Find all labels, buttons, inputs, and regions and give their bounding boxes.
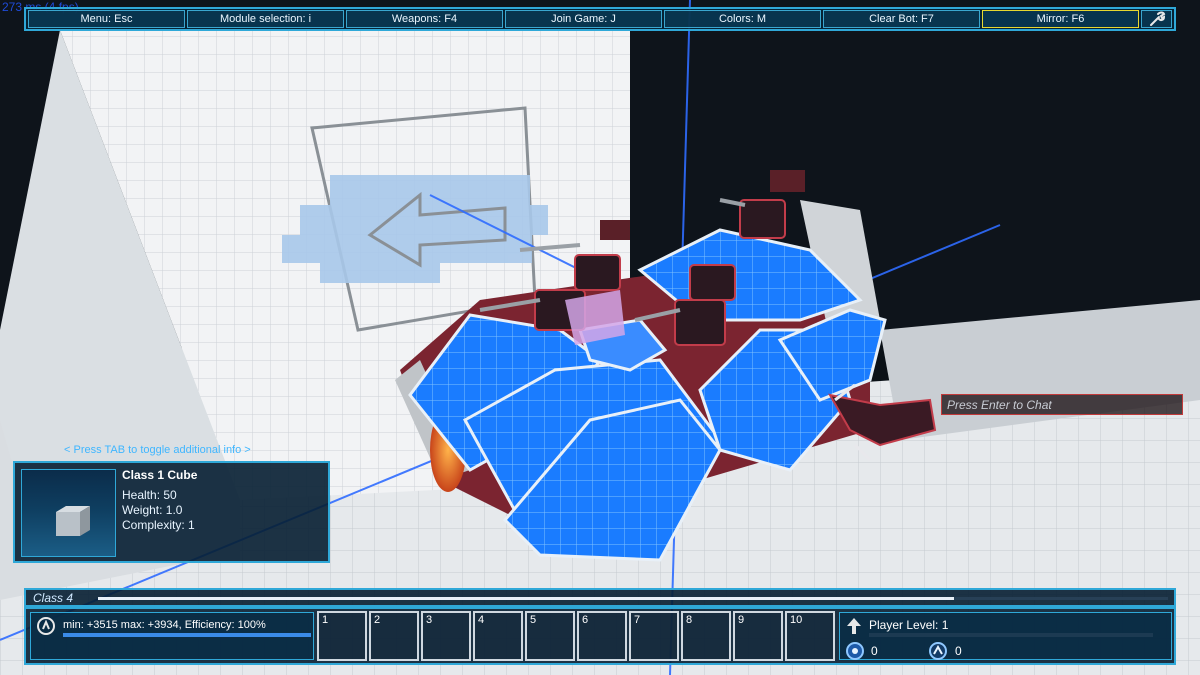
block-weight: Weight: 1.0 [122, 503, 183, 517]
colors-button[interactable]: Colors: M [664, 10, 821, 28]
clear-bot-button[interactable]: Clear Bot: F7 [823, 10, 980, 28]
level-track [869, 633, 1153, 637]
hotbar: 1 2 3 4 5 6 7 8 9 10 [317, 611, 837, 663]
cpu-track [63, 633, 311, 637]
hotbar-slot-1[interactable]: 1 [317, 611, 367, 661]
class-label: Class 4 [33, 591, 74, 605]
player-level: Player Level: 1 [869, 618, 949, 632]
robits-count: 0 [871, 644, 878, 658]
slot-number: 7 [634, 614, 641, 626]
tech-points-count: 0 [955, 644, 962, 658]
class-progress-bar: Class 4 [24, 588, 1176, 607]
tech-points-icon [929, 642, 947, 660]
cpu-readout: min: +3515 max: +3934, Efficiency: 100% [63, 619, 266, 631]
chat-input[interactable]: Press Enter to Chat [941, 394, 1183, 415]
cpu-panel: min: +3515 max: +3934, Efficiency: 100% [30, 612, 314, 660]
player-panel: Player Level: 1 0 0 [839, 612, 1172, 660]
top-toolbar: Menu: Esc Module selection: i Weapons: F… [24, 7, 1176, 31]
mirror-button[interactable]: Mirror: F6 [982, 10, 1139, 28]
hotbar-slot-6[interactable]: 6 [577, 611, 627, 661]
block-title: Class 1 Cube [122, 468, 198, 482]
block-health: Health: 50 [122, 488, 177, 502]
slot-number: 9 [738, 614, 745, 626]
join-game-button[interactable]: Join Game: J [505, 10, 662, 28]
block-info-panel: Class 1 Cube Health: 50 Weight: 1.0 Comp… [13, 461, 330, 563]
class-fill [98, 597, 954, 600]
hotbar-slot-5[interactable]: 5 [525, 611, 575, 661]
hotbar-slot-8[interactable]: 8 [681, 611, 731, 661]
slot-number: 6 [582, 614, 589, 626]
robits-icon [846, 642, 864, 660]
tool-button[interactable] [1141, 10, 1172, 28]
cpu-fill [63, 633, 311, 637]
hotbar-slot-9[interactable]: 9 [733, 611, 783, 661]
toggle-info-hint: < Press TAB to toggle additional info > [64, 444, 251, 456]
hotbar-slot-2[interactable]: 2 [369, 611, 419, 661]
class-track [98, 597, 1168, 600]
slot-number: 2 [374, 614, 381, 626]
slot-number: 5 [530, 614, 537, 626]
slot-number: 10 [790, 614, 803, 626]
block-preview-image [21, 469, 116, 557]
slot-number: 4 [478, 614, 485, 626]
wrench-icon [1149, 11, 1165, 26]
level-up-arrow-icon [847, 618, 861, 634]
weapons-button[interactable]: Weapons: F4 [346, 10, 503, 28]
hotbar-slot-10[interactable]: 10 [785, 611, 835, 661]
slot-number: 1 [322, 614, 329, 626]
slot-number: 8 [686, 614, 693, 626]
hotbar-slot-4[interactable]: 4 [473, 611, 523, 661]
cpu-icon [37, 617, 55, 635]
module-selection-button[interactable]: Module selection: i [187, 10, 344, 28]
menu-button[interactable]: Menu: Esc [28, 10, 185, 28]
slot-number: 3 [426, 614, 433, 626]
game-viewport [0, 0, 1200, 675]
bottom-hud: min: +3515 max: +3934, Efficiency: 100% … [24, 607, 1176, 665]
hotbar-slot-7[interactable]: 7 [629, 611, 679, 661]
hotbar-slot-3[interactable]: 3 [421, 611, 471, 661]
block-complexity: Complexity: 1 [122, 518, 195, 532]
